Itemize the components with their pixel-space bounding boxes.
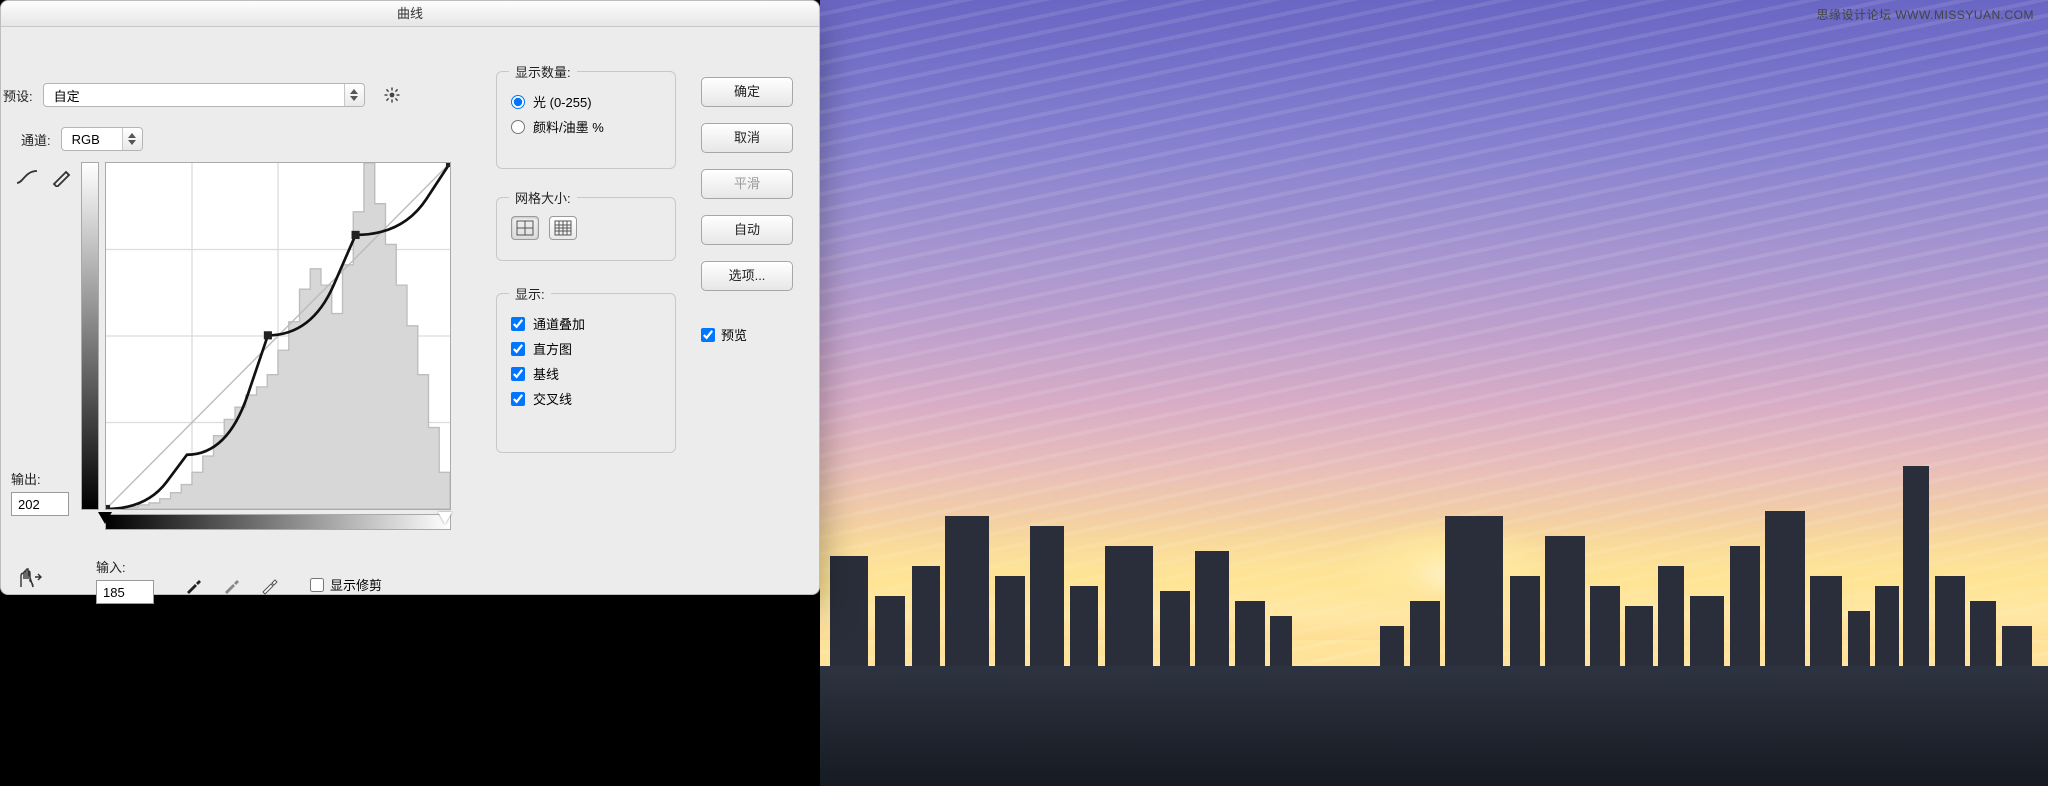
curves-dialog: 曲线 预设: 自定 通道: RGB [0,0,820,595]
smooth-button[interactable]: 平滑 [701,169,793,199]
gear-icon [383,86,401,104]
grid-size-legend: 网格大小: [509,188,577,207]
auto-button[interactable]: 自动 [701,215,793,245]
show-legend: 显示: [509,284,551,303]
grid-10x10-button[interactable] [549,216,577,240]
black-eyedropper[interactable] [184,575,204,598]
grid-4x4-button[interactable] [511,216,539,240]
white-point-slider[interactable] [438,512,452,524]
ok-button[interactable]: 确定 [701,77,793,107]
display-amount-group: 显示数量: 光 (0-255) 颜料/油墨 % [496,71,676,169]
chk-channel-overlay[interactable]: 通道叠加 [511,314,661,333]
curve-tool-button[interactable] [15,167,39,187]
display-amount-legend: 显示数量: [509,62,577,81]
foreground-band [820,666,2048,786]
chk-intersection[interactable]: 交叉线 [511,389,661,408]
output-label: 输出: [11,469,71,488]
preset-label: 预设: [3,86,33,105]
show-clipping-checkbox[interactable]: 显示修剪 [310,575,382,594]
gray-eyedropper[interactable] [222,575,242,598]
cancel-button[interactable]: 取消 [701,123,793,153]
preset-select[interactable]: 自定 [43,83,365,107]
chevron-updown-icon [344,84,364,106]
curves-graph[interactable] [105,162,451,510]
show-group: 显示: 通道叠加 直方图 基线 交叉线 [496,293,676,453]
output-input[interactable] [11,492,69,516]
output-gradient [81,162,99,510]
pencil-tool-button[interactable] [51,167,75,187]
preview-checkbox[interactable]: 预览 [701,325,747,344]
result-photo: 思缘设计论坛 WWW.MISSYUAN.COM [820,0,2048,786]
grid-size-group: 网格大小: [496,197,676,261]
options-button[interactable]: 选项... [701,261,793,291]
dialog-title: 曲线 [1,1,819,27]
radio-pigment[interactable]: 颜料/油墨 % [511,117,661,136]
input-gradient [105,514,451,530]
watermark: 思缘设计论坛 WWW.MISSYUAN.COM [1817,6,2035,23]
radio-light[interactable]: 光 (0-255) [511,92,661,111]
chevron-updown-icon [122,128,142,150]
channel-value: RGB [62,132,122,147]
show-clipping-label: 显示修剪 [330,575,382,594]
curves-graph-region [81,162,451,542]
chk-histogram[interactable]: 直方图 [511,339,661,358]
channel-select[interactable]: RGB [61,127,143,151]
input-input[interactable] [96,580,154,604]
preset-value: 自定 [44,86,344,105]
white-eyedropper[interactable] [260,575,280,598]
preset-menu-button[interactable] [383,86,401,104]
chk-baseline[interactable]: 基线 [511,364,661,383]
targeted-adjust-button[interactable] [15,567,43,591]
black-point-slider[interactable] [98,512,112,524]
channel-label: 通道: [21,130,51,149]
input-label: 输入: [96,557,154,576]
